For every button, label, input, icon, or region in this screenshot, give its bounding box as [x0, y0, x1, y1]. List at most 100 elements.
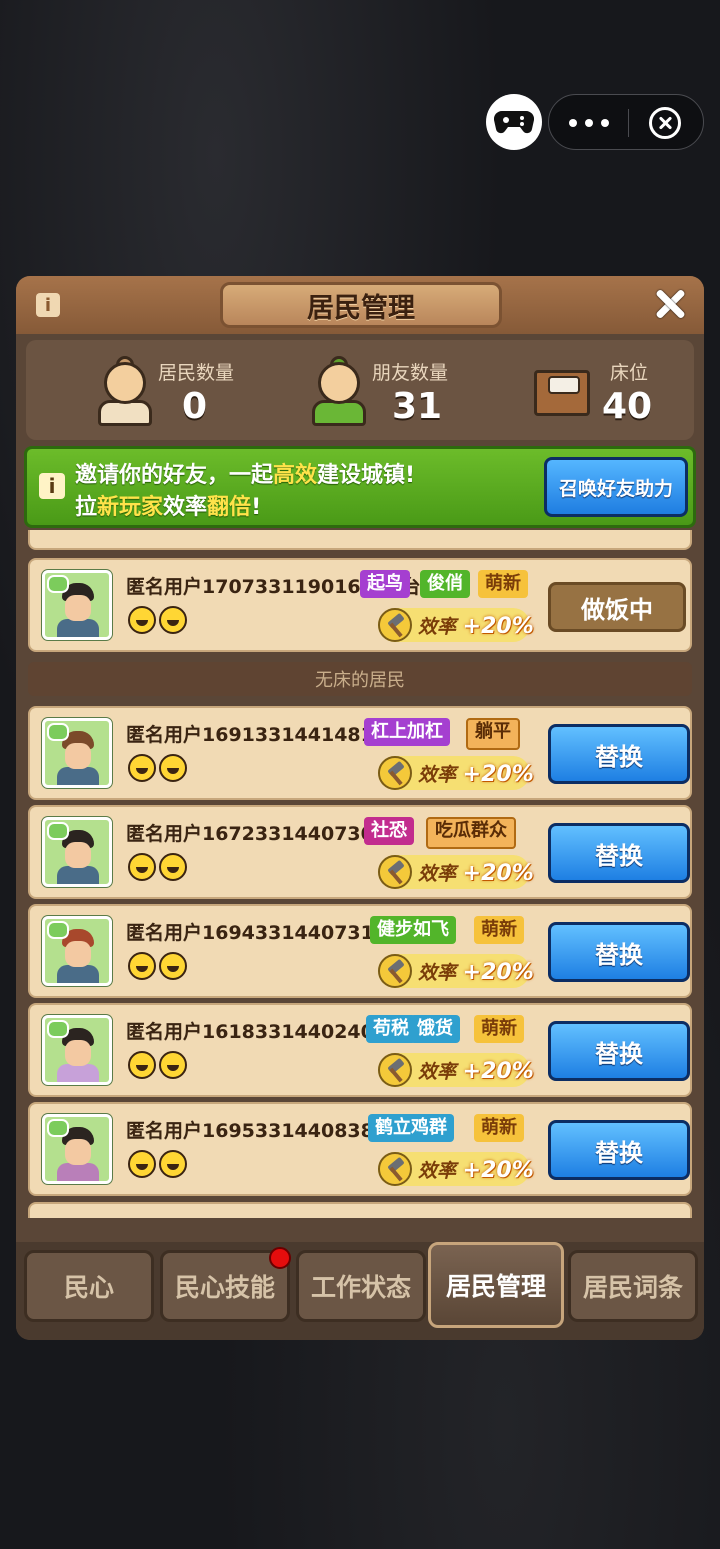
trait-tag: 躺平	[466, 718, 520, 750]
invite-line-2: 拉新玩家效率翻倍!	[75, 495, 262, 520]
replace-button[interactable]: 替换	[548, 1021, 690, 1081]
tab-resident-traits[interactable]: 居民词条	[568, 1250, 698, 1322]
capsule-divider	[628, 109, 629, 137]
mood-indicator	[128, 606, 190, 638]
stats-bar: 居民数量 0 朋友数量 31 床位 40	[26, 340, 694, 440]
resident-row: 匿名用户1695331440838 鹤立鸡群 萌新 效率 +20% 替换	[28, 1102, 692, 1196]
avatar	[42, 718, 112, 788]
stat-label: 床位	[610, 362, 649, 384]
no-bed-section-header: 无床的居民	[28, 662, 692, 696]
resident-row: 匿名用户1672331440730 社恐 吃瓜群众 效率 +20% 替换	[28, 805, 692, 899]
partial-card-below	[28, 1202, 692, 1218]
smile-icon	[128, 952, 156, 980]
hammer-icon	[378, 855, 412, 889]
resident-name: 匿名用户1694331440731	[126, 922, 374, 944]
hammer-icon	[378, 1053, 412, 1087]
info-icon: i	[39, 473, 65, 499]
villager-icon	[96, 356, 154, 426]
resident-name: 匿名用户1691331441481	[126, 724, 374, 746]
gamepad-icon	[494, 110, 534, 134]
smile-icon	[128, 853, 156, 881]
smile-icon	[159, 606, 187, 634]
panel-title: 居民管理	[307, 292, 415, 324]
close-miniprogram-icon[interactable]	[649, 107, 681, 139]
avatar	[42, 1015, 112, 1085]
panel-close-icon[interactable]	[652, 286, 688, 322]
game-center-button[interactable]	[486, 94, 542, 150]
more-options-button[interactable]	[549, 95, 629, 151]
trait-tag: 饿货	[410, 1015, 460, 1043]
wechat-icon	[47, 1119, 69, 1137]
title-plate: 居民管理	[220, 282, 502, 328]
resident-row: 匿名用户1694331440731 健步如飞 萌新 效率 +20% 替换	[28, 904, 692, 998]
bed-icon	[534, 362, 594, 418]
mood-indicator	[128, 853, 190, 885]
trait-tag: 健步如飞	[370, 916, 456, 944]
trait-tag: 苟税	[366, 1015, 416, 1043]
efficiency-badge: 效率 +20%	[378, 855, 534, 889]
mood-indicator	[128, 1051, 190, 1083]
trait-tag: 俊俏	[420, 570, 470, 598]
smile-icon	[159, 1051, 187, 1079]
friend-icon	[310, 356, 368, 426]
trait-tag: 起鸟	[360, 570, 410, 598]
avatar	[42, 1114, 112, 1184]
resident-list[interactable]: 匿名用户1707331190166(灶台) 起鸟 俊俏 萌新 效率 +20% 做…	[28, 530, 692, 1218]
smile-icon	[159, 952, 187, 980]
efficiency-badge: 效率 +20%	[378, 756, 534, 790]
wechat-icon	[47, 921, 69, 939]
trait-tag: 社恐	[364, 817, 414, 845]
replace-button[interactable]: 替换	[548, 724, 690, 784]
mood-indicator	[128, 952, 190, 984]
trait-tag: 吃瓜群众	[426, 817, 516, 849]
trait-tag: 萌新	[474, 916, 524, 944]
hammer-icon	[378, 756, 412, 790]
hammer-icon	[378, 1152, 412, 1186]
replace-button[interactable]: 替换	[548, 922, 690, 982]
stat-value: 0	[182, 386, 208, 427]
smile-icon	[128, 1051, 156, 1079]
trait-tag: 萌新	[474, 1114, 524, 1142]
replace-button[interactable]: 替换	[548, 1120, 690, 1180]
wechat-icon	[47, 1020, 69, 1038]
smile-icon	[159, 754, 187, 782]
tab-heart-skills[interactable]: 民心技能	[160, 1247, 291, 1322]
trait-tag: 鹤立鸡群	[368, 1114, 454, 1142]
efficiency-badge: 效率 +20%	[378, 1053, 534, 1087]
stat-label: 居民数量	[158, 362, 235, 384]
trait-tag: 萌新	[478, 570, 528, 598]
resident-name: 匿名用户1618331440240	[126, 1021, 374, 1043]
panel-header: i 居民管理	[16, 276, 704, 334]
mood-indicator	[128, 754, 190, 786]
tab-people-heart[interactable]: 民心	[24, 1250, 154, 1322]
resident-row: 匿名用户1691331441481 杠上加杠 躺平 效率 +20% 替换	[28, 706, 692, 800]
efficiency-badge: 效率 +20%	[378, 1152, 534, 1186]
cooking-status-button[interactable]: 做饭中	[548, 582, 686, 632]
summon-friends-button[interactable]: 召唤好友助力	[544, 457, 688, 517]
smile-icon	[128, 606, 156, 634]
tab-resident-management[interactable]: 居民管理	[428, 1242, 564, 1328]
resident-management-panel: i 居民管理 居民数量 0 朋友数量 31 床位 40 i 邀请你的好友，一起高…	[16, 276, 704, 1340]
resident-name: 匿名用户1672331440730	[126, 823, 374, 845]
wechat-icon	[47, 575, 69, 593]
avatar	[42, 817, 112, 887]
trait-tag: 杠上加杠	[364, 718, 450, 746]
stat-value: 40	[602, 386, 653, 427]
avatar	[42, 570, 112, 640]
efficiency-badge: 效率 +20%	[378, 608, 534, 642]
hammer-icon	[378, 608, 412, 642]
mood-indicator	[128, 1150, 190, 1182]
smile-icon	[128, 754, 156, 782]
trait-tag: 萌新	[474, 1015, 524, 1043]
bottom-tab-bar: 民心 民心技能 工作状态 居民管理 居民词条	[16, 1242, 704, 1340]
replace-button[interactable]: 替换	[548, 823, 690, 883]
resident-name: 匿名用户1695331440838	[126, 1120, 374, 1142]
notification-dot	[269, 1247, 291, 1269]
smile-icon	[128, 1150, 156, 1178]
info-icon[interactable]: i	[36, 293, 60, 317]
more-dots-icon	[569, 119, 577, 127]
stat-value: 31	[392, 386, 443, 427]
tab-work-status[interactable]: 工作状态	[296, 1250, 426, 1322]
wechat-icon	[47, 723, 69, 741]
wechat-icon	[47, 822, 69, 840]
